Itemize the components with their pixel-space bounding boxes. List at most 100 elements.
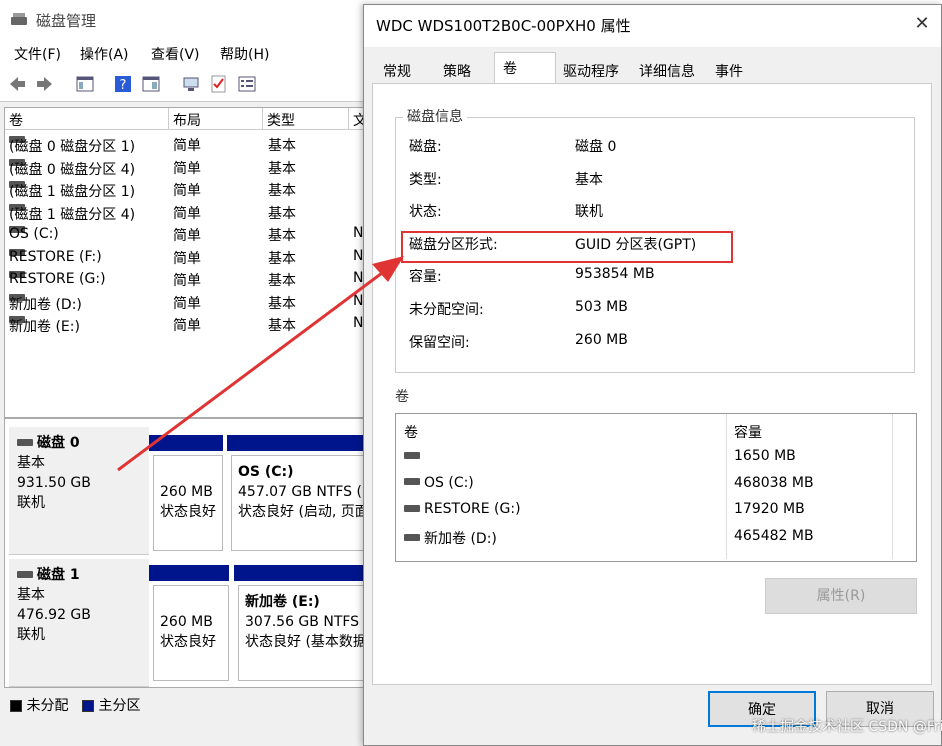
- volume-fs: N: [353, 270, 364, 286]
- disk-1-partition-2-bar: [234, 565, 363, 581]
- volume-layout: 简单: [173, 273, 201, 289]
- disk-icon: [17, 570, 33, 578]
- volume-properties-button[interactable]: 属性(R): [765, 578, 917, 614]
- disk-1-size: 476.92 GB: [17, 607, 91, 623]
- volume-table-row[interactable]: RESTORE (G:): [404, 501, 521, 517]
- watermark-csdn: CSDN @FrigidWinter: [868, 719, 942, 735]
- disk-0-type: 基本: [17, 455, 45, 471]
- volume-column-separator: [726, 414, 727, 559]
- disk-graph-view: 磁盘 0 基本 931.50 GB 联机 260 MB 状态良好 OS (C:)…: [4, 418, 364, 688]
- disk-0-partition-1-bar: [149, 435, 223, 451]
- volume-list-row[interactable]: (磁盘 1 磁盘分区 1) 简单 基本: [5, 179, 363, 201]
- volume-list-row[interactable]: RESTORE (G:) 简单 基本 N: [5, 269, 364, 291]
- volume-table-capacity: 465482 MB: [734, 527, 814, 544]
- column-header-volume[interactable]: 卷: [5, 108, 169, 130]
- volume-table-capacity: 17920 MB: [734, 501, 805, 517]
- volume-layout: 简单: [173, 228, 201, 244]
- volume-list-row[interactable]: (磁盘 1 磁盘分区 4) 简单 基本: [5, 202, 363, 224]
- volume-fs: N: [353, 247, 364, 264]
- connect-icon[interactable]: [182, 75, 200, 93]
- tab-volumes[interactable]: 卷: [494, 52, 556, 83]
- disk-info-key: 容量:: [409, 269, 442, 286]
- svg-text:?: ?: [120, 78, 127, 93]
- disk-1-partition-1-size: 260 MB: [160, 614, 213, 630]
- volume-list-row[interactable]: OS (C:) 简单 基本 N: [5, 224, 363, 246]
- volume-list-row[interactable]: 新加卷 (E:) 简单 基本 N: [5, 314, 363, 336]
- check-icon[interactable]: [210, 75, 228, 93]
- disk-1-name: 磁盘 1: [17, 565, 141, 585]
- window-title: 磁盘管理: [36, 12, 97, 30]
- legend-item-unallocated: 未分配: [10, 695, 68, 715]
- volume-list-row[interactable]: (磁盘 0 磁盘分区 1) 简单 基本: [5, 134, 363, 156]
- volume-table-row[interactable]: [404, 448, 424, 464]
- column-header-type[interactable]: 类型: [263, 108, 349, 130]
- volume-table-capacity: 1650 MB: [734, 448, 796, 464]
- forward-icon[interactable]: [36, 75, 54, 93]
- volume-list-row[interactable]: RESTORE (F:) 简单 基本 N: [5, 247, 364, 269]
- volume-column-header-capacity[interactable]: 容量: [734, 422, 762, 442]
- volume-table-name: 新加卷 (D:): [424, 530, 497, 547]
- volume-type: 基本: [268, 160, 296, 177]
- volume-list-row[interactable]: (磁盘 0 磁盘分区 4) 简单 基本: [5, 157, 363, 179]
- volume-column-header-name[interactable]: 卷: [404, 422, 418, 442]
- back-icon[interactable]: [8, 75, 26, 93]
- close-icon[interactable]: ✕: [910, 13, 934, 34]
- volume-list-row[interactable]: 新加卷 (D:) 简单 基本 N: [5, 292, 363, 314]
- dialog-titlebar: WDC WDS100T2B0C-00PXH0 属性 ✕: [364, 5, 941, 47]
- menu-file[interactable]: 文件(F): [14, 44, 61, 64]
- disk-1-partition-2-size: 307.56 GB NTFS (: [245, 614, 364, 630]
- disk-1-partition-2[interactable]: 新加卷 (E:) 307.56 GB NTFS ( 状态良好 (基本数据: [238, 585, 364, 681]
- disk-0-partition-2-status: 状态良好 (启动, 页面: [238, 504, 364, 520]
- disk-1-label[interactable]: 磁盘 1 基本 476.92 GB 联机: [9, 559, 149, 687]
- disk-0-partition-2[interactable]: OS (C:) 457.07 GB NTFS (B 状态良好 (启动, 页面: [231, 455, 364, 551]
- volume-layout: 简单: [173, 183, 201, 199]
- volume-table-row[interactable]: OS (C:): [404, 475, 474, 491]
- console-tree-icon[interactable]: [76, 75, 94, 93]
- tab-details[interactable]: 详细信息: [630, 55, 704, 83]
- disk-0-partition-1[interactable]: 260 MB 状态良好: [153, 455, 223, 551]
- column-header-fs[interactable]: 文: [349, 108, 363, 130]
- disk-0-label[interactable]: 磁盘 0 基本 931.50 GB 联机: [9, 427, 149, 555]
- volume-layout: 简单: [173, 250, 201, 267]
- volume-type: 基本: [268, 138, 296, 154]
- volume-layout: 简单: [173, 295, 201, 312]
- volume-layout: 简单: [173, 318, 201, 334]
- column-header-layout[interactable]: 布局: [169, 108, 263, 130]
- screenshot-stage: 磁盘管理 文件(F) 操作(A) 查看(V) 帮助(H) ? 卷 布局 类型 文…: [0, 0, 942, 746]
- disk-info-value: 联机: [575, 204, 603, 221]
- settings-icon[interactable]: [238, 75, 256, 93]
- legend-label-unallocated: 未分配: [26, 698, 69, 714]
- menu-action[interactable]: 操作(A): [80, 44, 129, 64]
- properties-icon[interactable]: [142, 75, 160, 93]
- disk-icon: [17, 438, 33, 446]
- tab-driver[interactable]: 驱动程序: [554, 55, 628, 83]
- disk-info-value: 260 MB: [575, 331, 628, 348]
- volume-table-name: RESTORE (G:): [424, 501, 521, 517]
- disk-1-partition-2-name: 新加卷 (E:): [245, 594, 320, 610]
- tab-general[interactable]: 常规: [374, 55, 420, 83]
- dialog-title: WDC WDS100T2B0C-00PXH0 属性: [376, 17, 631, 35]
- help-icon[interactable]: ?: [114, 75, 132, 93]
- legend-swatch-primary: [82, 700, 94, 712]
- disk-1-partition-1[interactable]: 260 MB 状态良好: [153, 585, 229, 681]
- disk-1-partition-2-status: 状态良好 (基本数据: [245, 634, 364, 650]
- volume-type: 基本: [268, 250, 296, 267]
- disk-info-key: 未分配空间:: [409, 302, 484, 318]
- tab-policies[interactable]: 策略: [434, 55, 480, 83]
- volume-table-row[interactable]: 新加卷 (D:): [404, 528, 497, 548]
- tab-events[interactable]: 事件: [706, 55, 752, 83]
- menu-help[interactable]: 帮助(H): [220, 44, 269, 64]
- disk-info-key: 磁盘:: [409, 139, 442, 155]
- disk-info-value: 503 MB: [575, 299, 628, 315]
- disk-1-partition-1-status: 状态良好: [160, 634, 216, 650]
- volumes-group-title: 卷: [395, 389, 409, 405]
- volume-type: 基本: [268, 228, 296, 244]
- volume-type: 基本: [268, 183, 296, 199]
- menu-view[interactable]: 查看(V): [151, 44, 200, 64]
- disk-0-status: 联机: [17, 495, 45, 511]
- disk-0-partition-1-status: 状态良好: [160, 504, 216, 520]
- volume-layout: 简单: [173, 205, 201, 222]
- legend-label-primary: 主分区: [98, 698, 141, 714]
- disk-info-key: 保留空间:: [409, 334, 470, 351]
- annotation-highlight-box: [401, 231, 733, 263]
